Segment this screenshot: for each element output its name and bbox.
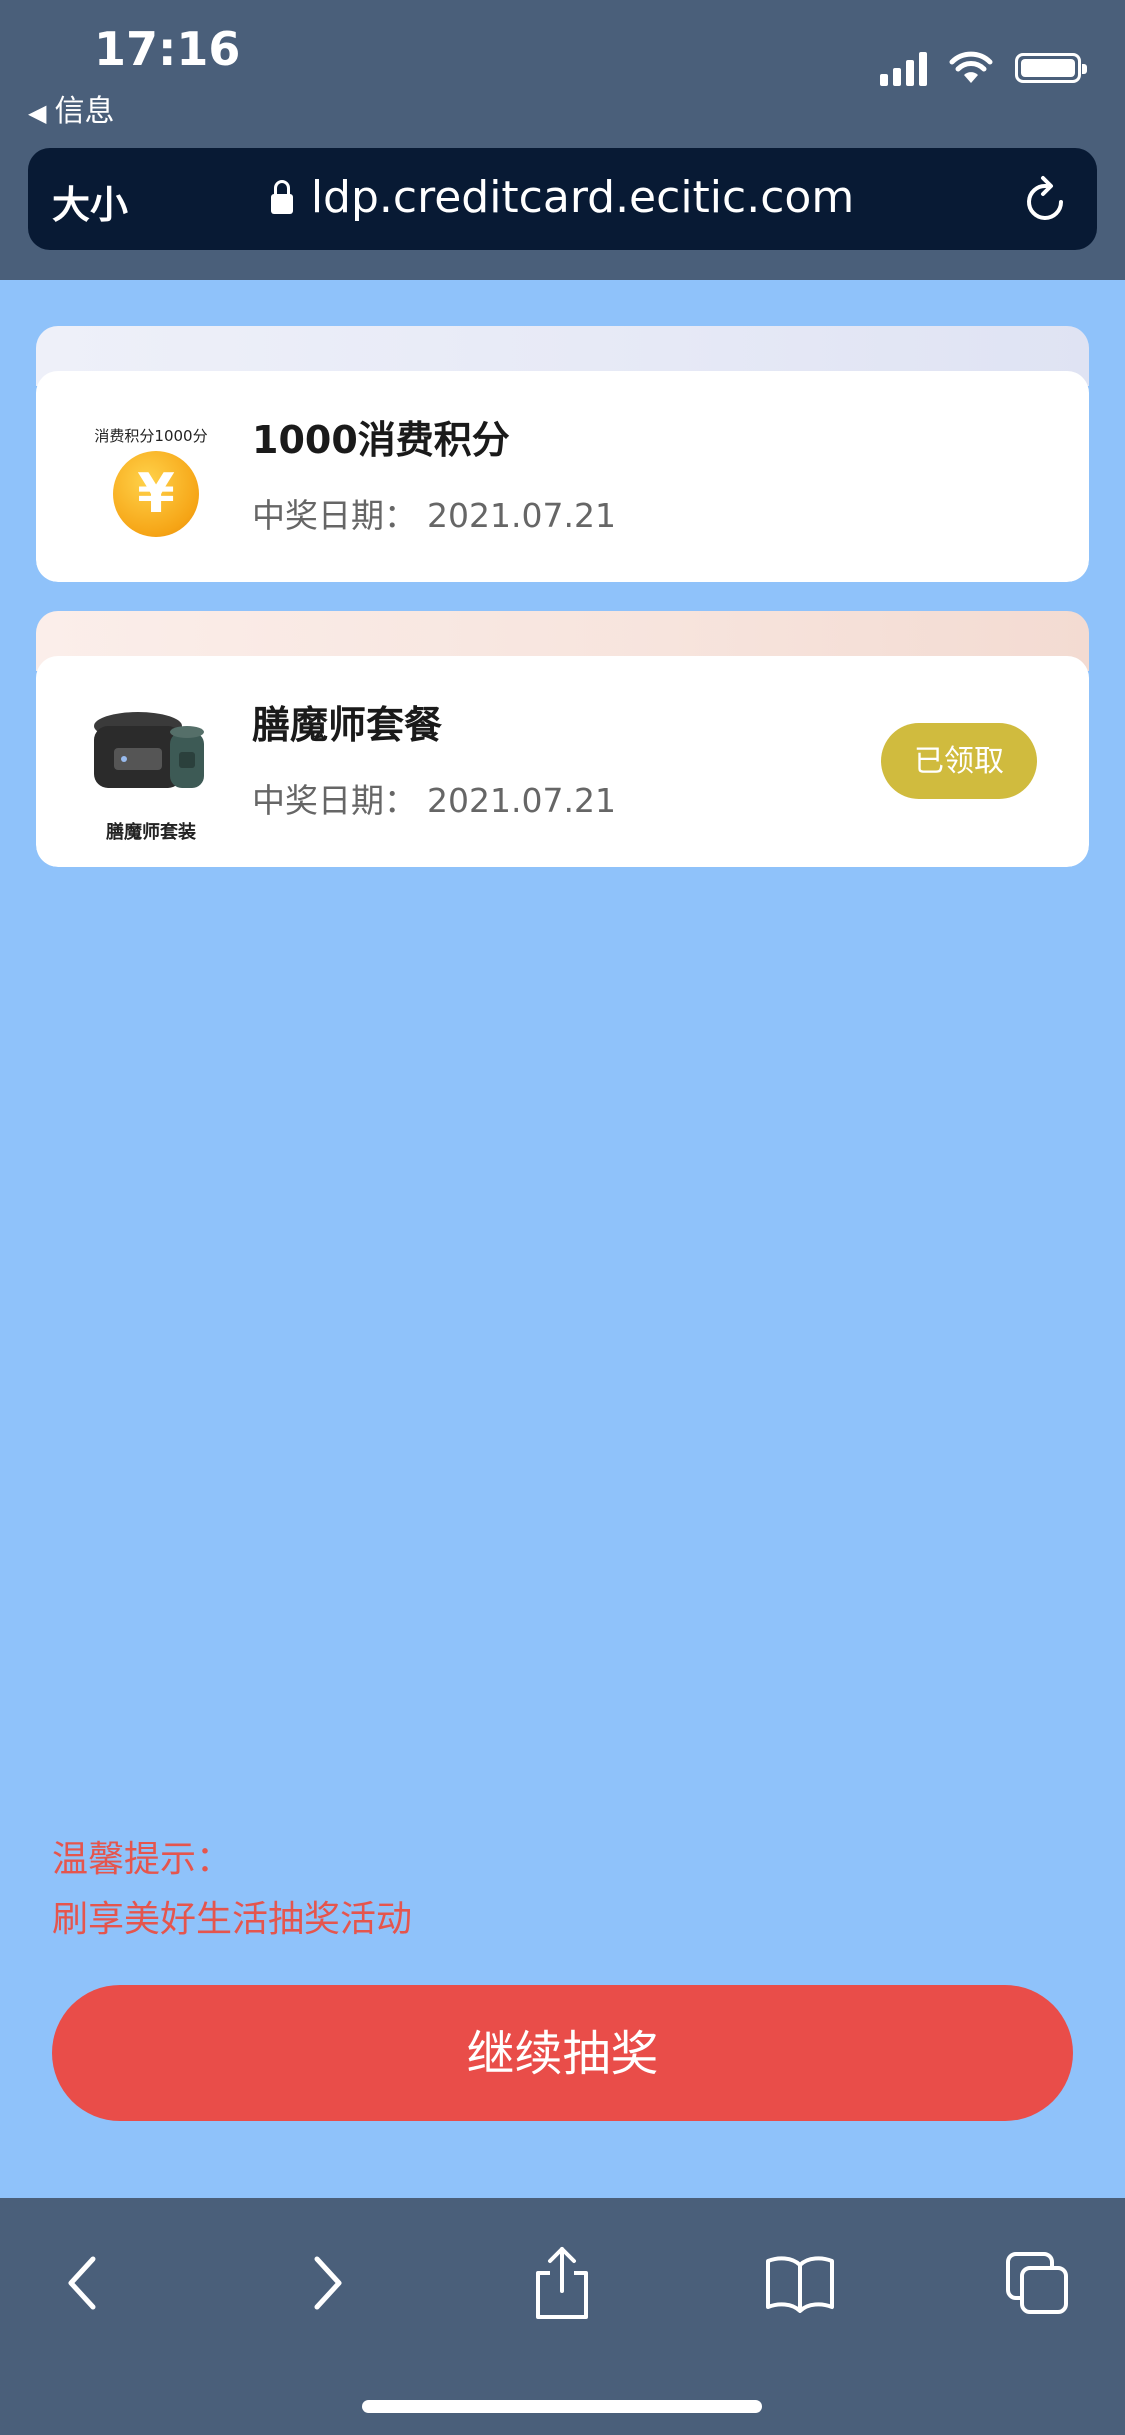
tips: 温馨提示： 刷享美好生活抽奖活动 [52,1830,412,1950]
lock-icon [270,180,293,214]
share-icon [536,2247,588,2319]
tips-heading: 温馨提示： [52,1839,233,1880]
back-label: 信息 [54,94,115,129]
image-caption: 消费积分1000分 [94,427,208,445]
forward-button[interactable] [282,2238,372,2328]
date-label: 中奖日期： [252,781,417,820]
prize-date: 中奖日期： 2021.07.21 [252,774,616,822]
bookmarks-button[interactable] [755,2238,845,2328]
continue-draw-button[interactable]: 继续抽奖 [52,1985,1073,2121]
yen-coin-icon: ¥ [113,451,199,537]
battery-icon [1015,53,1087,83]
prize-title: 1000消费积分 [252,418,510,462]
prize-card: 膳魔师套装 膳魔师套餐 中奖日期： 2021.07.21 已领取 [36,611,1089,867]
browser-top-chrome: 17:16 ◀ 信息 大小 ldp.creditcard.ecitic.com [0,0,1125,280]
date-value: 2021.07.21 [427,496,616,535]
prize-card: 消费积分1000分 ¥ 1000消费积分 中奖日期： 2021.07.21 [36,326,1089,582]
tips-text: 刷享美好生活抽奖活动 [52,1899,413,1940]
cellular-signal-icon [880,50,927,86]
rice-cooker-image: 膳魔师套装 [86,686,216,843]
card-body: 消费积分1000分 ¥ 1000消费积分 中奖日期： 2021.07.21 [36,371,1089,582]
home-indicator [362,2400,762,2413]
url-field[interactable]: ldp.creditcard.ecitic.com [28,172,1097,223]
status-icons [880,50,1087,86]
book-icon [766,2256,834,2313]
image-caption: 膳魔师套装 [106,822,196,843]
back-button[interactable] [38,2238,128,2328]
rice-cooker-icon [94,712,204,788]
address-bar[interactable]: 大小 ldp.creditcard.ecitic.com [28,148,1097,250]
status-time: 17:16 [94,22,241,76]
back-to-app-link[interactable]: ◀ 信息 [28,86,114,130]
back-triangle-icon: ◀ [28,99,47,127]
chevron-left-icon [68,2256,96,2310]
wifi-icon [949,51,993,83]
date-value: 2021.07.21 [427,781,616,820]
prize-title: 膳魔师套餐 [252,703,443,747]
share-button[interactable] [517,2238,607,2328]
url-text: ldp.creditcard.ecitic.com [310,172,855,223]
prize-date: 中奖日期： 2021.07.21 [252,489,616,537]
date-label: 中奖日期： [252,496,417,535]
points-coin-image: 消费积分1000分 ¥ [86,401,216,551]
tabs-icon [1006,2252,1068,2314]
tabs-button[interactable] [992,2238,1082,2328]
chevron-right-icon [314,2256,342,2310]
card-body: 膳魔师套装 膳魔师套餐 中奖日期： 2021.07.21 已领取 [36,656,1089,867]
reload-icon[interactable] [1021,172,1071,226]
claimed-status-button[interactable]: 已领取 [881,723,1037,799]
